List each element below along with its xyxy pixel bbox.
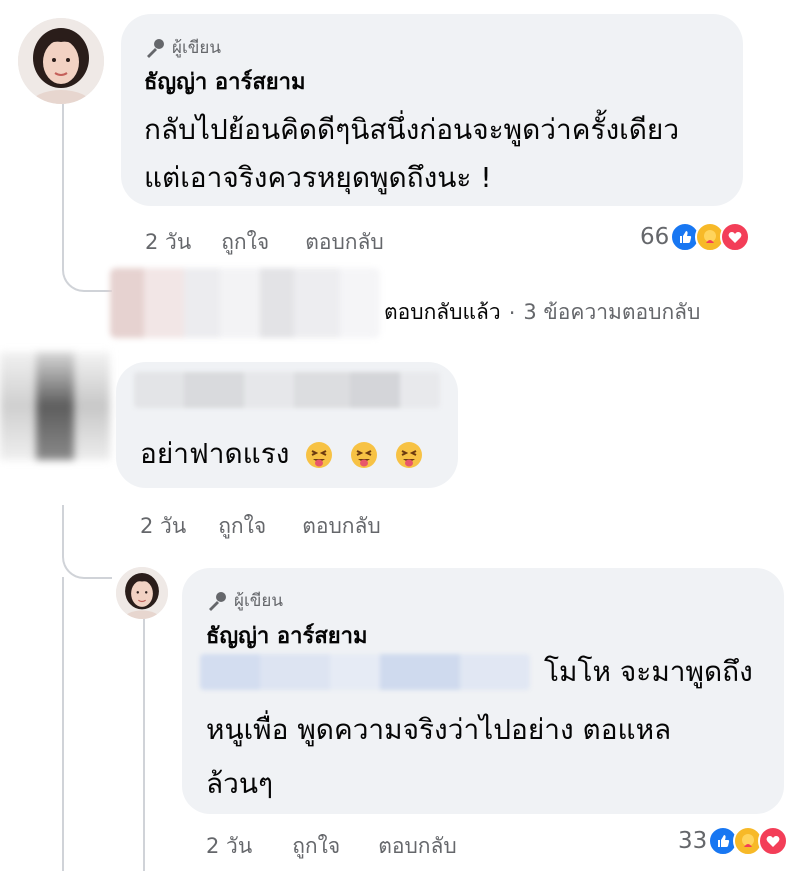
reaction-count: 66: [640, 224, 670, 250]
timestamp[interactable]: 2 วัน: [206, 830, 252, 863]
thread-line-4: [143, 617, 145, 871]
profile-photo-icon: [116, 567, 168, 619]
more-replies-link[interactable]: 3 ข้อความตอบกลับ: [523, 296, 700, 329]
comment-text-line-2: แต่เอาจริงควรหยุดพูดถึงนะ !: [144, 161, 492, 194]
squinting-tongue-emoji-icon: [306, 442, 333, 468]
separator: ·: [508, 300, 516, 325]
author-badge-label: ผู้เขียน: [234, 591, 283, 611]
microphone-icon: [209, 591, 226, 611]
author-badge: ผู้เขียน: [206, 587, 283, 614]
like-link[interactable]: ถูกใจ: [292, 830, 340, 863]
author-badge: ผู้เขียน: [144, 34, 221, 61]
avatar[interactable]: [18, 18, 104, 104]
avatar[interactable]: [116, 567, 168, 619]
replies-summary[interactable]: ตอบกลับแล้ว · 3 ข้อความตอบกลับ: [384, 296, 700, 329]
squinting-tongue-emoji-icon: [351, 442, 378, 468]
comment-text-line-2: หนูเพื่อ พูดความจริงว่าไปอย่าง ตอแหล: [206, 713, 672, 746]
reaction-summary[interactable]: 66: [640, 222, 751, 252]
comment-meta: 2 วัน ถูกใจ ตอบกลับ: [140, 510, 381, 543]
timestamp[interactable]: 2 วัน: [145, 226, 191, 259]
squinting-tongue-emoji-icon: [396, 442, 423, 468]
commenter-avatar-blurred[interactable]: [0, 352, 110, 460]
comment-text-content: อย่าฟาดแรง: [140, 437, 290, 470]
thread-line-1: [62, 104, 112, 292]
reply-link[interactable]: ตอบกลับ: [378, 830, 457, 863]
comment-author[interactable]: ธัญญ่า อาร์สยาม: [206, 618, 368, 653]
reply-link[interactable]: ตอบกลับ: [305, 226, 384, 259]
comment-text-line-1: โมโห จะมาพูดถึง: [544, 655, 753, 688]
like-link[interactable]: ถูกใจ: [221, 226, 269, 259]
commenter-name-blurred: [134, 372, 440, 408]
comment-text-line-1: กลับไปย้อนคิดดีๆนิสนึ่งก่อนจะพูดว่าครั้ง…: [144, 113, 680, 146]
author-badge-label: ผู้เขียน: [172, 38, 221, 58]
profile-photo-icon: [18, 18, 104, 104]
comment-meta: 2 วัน ถูกใจ ตอบกลับ: [145, 226, 384, 259]
microphone-icon: [147, 38, 164, 58]
reaction-count: 33: [678, 828, 708, 854]
comment-text: อย่าฟาดแรง: [140, 430, 424, 478]
love-icon: [758, 826, 789, 856]
replier-avatar-blurred: [110, 268, 380, 338]
reaction-summary[interactable]: 33: [678, 826, 789, 856]
replied-label: ตอบกลับแล้ว: [384, 300, 501, 324]
reply-link[interactable]: ตอบกลับ: [302, 510, 381, 543]
mention-blurred[interactable]: [200, 654, 530, 690]
thread-line-3: [62, 577, 64, 871]
thread-line-2: [62, 505, 112, 579]
love-icon: [720, 222, 751, 252]
comment-text-line-3: ล้วนๆ: [206, 767, 274, 800]
comment-author[interactable]: ธัญญ่า อาร์สยาม: [144, 64, 306, 99]
comment-meta: 2 วัน ถูกใจ ตอบกลับ: [206, 830, 457, 863]
timestamp[interactable]: 2 วัน: [140, 510, 186, 543]
like-link[interactable]: ถูกใจ: [218, 510, 266, 543]
